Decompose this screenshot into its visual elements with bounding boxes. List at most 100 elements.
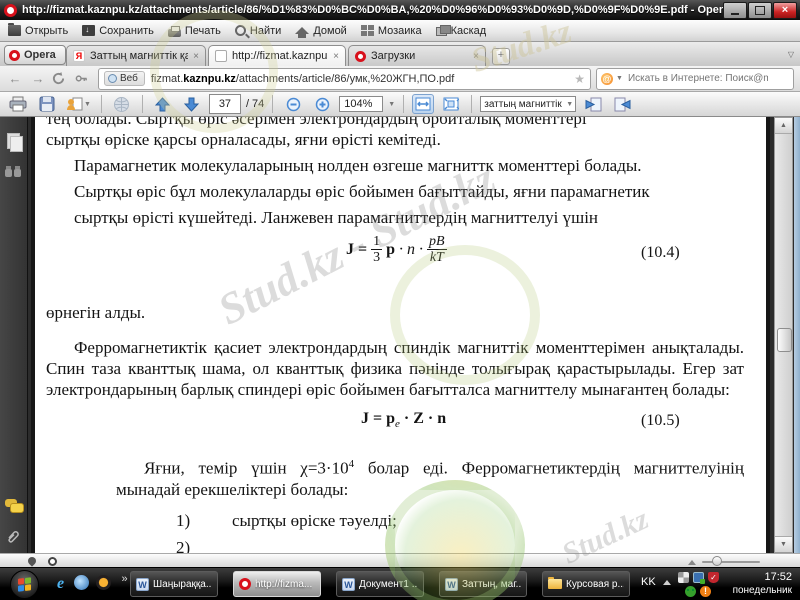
clock[interactable]: 17:52 понедельник: [733, 571, 792, 597]
find-next-button[interactable]: [610, 94, 634, 114]
fit-width-button[interactable]: [412, 94, 435, 114]
tile-button[interactable]: Мозаика: [360, 25, 422, 37]
tray-network-icon[interactable]: [693, 572, 705, 584]
search-input[interactable]: [625, 72, 770, 85]
reload-icon: [52, 72, 65, 85]
tab-zattyn[interactable]: Я Заттың магниттік қаси... ×: [66, 45, 206, 66]
key-button[interactable]: [75, 72, 93, 85]
attachments-paperclip-icon[interactable]: [5, 529, 22, 546]
new-tab-button[interactable]: +: [492, 48, 510, 65]
pdf-collaborate-button[interactable]: ▼: [64, 94, 93, 114]
tray-antivirus-icon[interactable]: ✓: [708, 572, 719, 583]
tray-grid-icon[interactable]: [678, 572, 689, 583]
pdf-share-button[interactable]: [110, 94, 134, 114]
bookmark-star-icon[interactable]: ★: [574, 72, 585, 86]
vertical-scrollbar[interactable]: ▲ ▼: [774, 117, 793, 553]
quicklaunch-ie-icon[interactable]: e: [52, 575, 69, 592]
chevron-down-icon[interactable]: ▼: [388, 101, 395, 108]
zoom-level-field[interactable]: 104%: [339, 96, 384, 112]
pdf-save-button[interactable]: [35, 94, 59, 114]
url-field[interactable]: Веб fizmat.kaznpu.kz/attachments/article…: [98, 67, 591, 90]
mosaic-icon: [360, 25, 374, 36]
home-button[interactable]: Домой: [295, 25, 347, 38]
chevron-down-icon[interactable]: ▼: [616, 75, 623, 82]
plus-circle-icon: [315, 97, 330, 111]
pdf-print-button[interactable]: [6, 94, 30, 114]
opera-menu-button[interactable]: Opera: [4, 45, 66, 65]
binoculars-icon[interactable]: [5, 166, 12, 177]
tab-overflow-icon[interactable]: ▽: [788, 50, 794, 59]
tab-bar: Opera Я Заттың магниттік қаси... × http:…: [0, 42, 800, 67]
system-tray: ✓ !: [676, 571, 720, 598]
screen: http://fizmat.kaznpu.kz/attachments/arti…: [0, 0, 800, 600]
fit-page-button[interactable]: [439, 94, 463, 114]
taskbar-button-word-2[interactable]: W Документ1 ...: [336, 571, 424, 597]
zoom-slider-knob[interactable]: [712, 556, 722, 566]
print-button[interactable]: Печать: [167, 25, 221, 37]
floppy-disk-icon: [39, 96, 55, 112]
zoom-in-button[interactable]: [310, 94, 334, 114]
maximize-icon: [755, 6, 765, 15]
zoom-out-button[interactable]: [281, 94, 305, 114]
pdf-find-input[interactable]: [481, 97, 567, 111]
cascade-button[interactable]: Каскад: [435, 25, 486, 37]
pdf-find-field[interactable]: ▼: [480, 96, 577, 112]
scrollbar-thumb[interactable]: [777, 328, 792, 352]
quicklaunch-app-icon[interactable]: [74, 575, 89, 590]
status-bar: [0, 553, 800, 567]
tab-close-icon[interactable]: ×: [473, 51, 479, 62]
tray-agent-icon[interactable]: [685, 586, 696, 597]
status-drop-icon[interactable]: [26, 555, 38, 567]
pdf-page: тең болады. Сыртқы өріс әсерімен электро…: [31, 117, 770, 553]
yandex-favicon-icon: Я: [73, 50, 85, 62]
doc-paragraph: Ферромагнетиктік қасиет электрондардың с…: [46, 338, 744, 399]
taskbar-button-word-1[interactable]: W Шаңыраққа...: [130, 571, 218, 597]
pdf-content-area: тең болады. Сыртқы өріс әсерімен электро…: [0, 117, 800, 553]
find-button[interactable]: Найти: [234, 25, 281, 37]
quicklaunch-daemon-icon[interactable]: [96, 575, 111, 590]
start-button[interactable]: [10, 570, 39, 599]
tray-expand-icon[interactable]: [663, 580, 671, 585]
taskbar-button-opera[interactable]: http://fizma...: [233, 571, 321, 597]
previous-page-button[interactable]: [151, 94, 175, 114]
search-icon: [234, 25, 246, 36]
tab-close-icon[interactable]: ×: [193, 51, 199, 62]
window-title: http://fizmat.kaznpu.kz/attachments/arti…: [22, 4, 730, 16]
tab-fizmat-pdf[interactable]: http://fizmat.kaznpu.kz... ×: [208, 45, 346, 66]
find-previous-icon: [585, 97, 602, 111]
back-button[interactable]: ←: [6, 71, 24, 86]
pages-panel-icon[interactable]: [7, 133, 23, 152]
fit-width-icon: [415, 97, 431, 111]
chevron-down-icon[interactable]: ▼: [566, 101, 573, 108]
tab-close-icon[interactable]: ×: [333, 51, 339, 62]
minimize-button[interactable]: [723, 2, 747, 19]
taskbar-button-word-3[interactable]: W Заттың, маг...: [439, 571, 527, 597]
next-page-button[interactable]: [180, 94, 204, 114]
page-favicon-icon: [215, 50, 227, 62]
zoom-slider[interactable]: [702, 561, 760, 563]
scroll-up-icon[interactable]: ▲: [775, 118, 792, 134]
clock-time: 17:52: [764, 571, 792, 583]
reload-button[interactable]: [52, 72, 70, 85]
tab-downloads[interactable]: Загрузки ×: [348, 45, 486, 66]
opera-logo-icon: [9, 49, 20, 61]
fit-toggle-icon[interactable]: [688, 560, 696, 565]
page-number-input[interactable]: [208, 94, 241, 114]
find-previous-button[interactable]: [581, 94, 605, 114]
save-button[interactable]: Сохранить: [82, 25, 154, 37]
scroll-down-icon[interactable]: ▼: [775, 536, 792, 552]
maximize-button[interactable]: [748, 2, 772, 19]
doc-paragraph: Сыртқы өріс бұл молекулаларды өріс бойым…: [74, 182, 650, 201]
comments-icon[interactable]: [5, 499, 24, 513]
taskbar-button-folder[interactable]: Курсовая р...: [542, 571, 630, 597]
window-titlebar: http://fizmat.kaznpu.kz/attachments/arti…: [0, 0, 800, 20]
language-indicator[interactable]: KK: [641, 576, 656, 588]
web-search-field[interactable]: @ ▼: [596, 67, 794, 90]
status-opera-icon[interactable]: [48, 557, 57, 566]
pdf-sidebar: [0, 117, 28, 553]
tray-alert-icon[interactable]: !: [700, 586, 711, 597]
forward-button[interactable]: →: [29, 71, 47, 86]
open-button[interactable]: Открыть: [8, 23, 68, 37]
close-button[interactable]: ×: [773, 2, 797, 19]
word-icon: W: [136, 577, 149, 591]
